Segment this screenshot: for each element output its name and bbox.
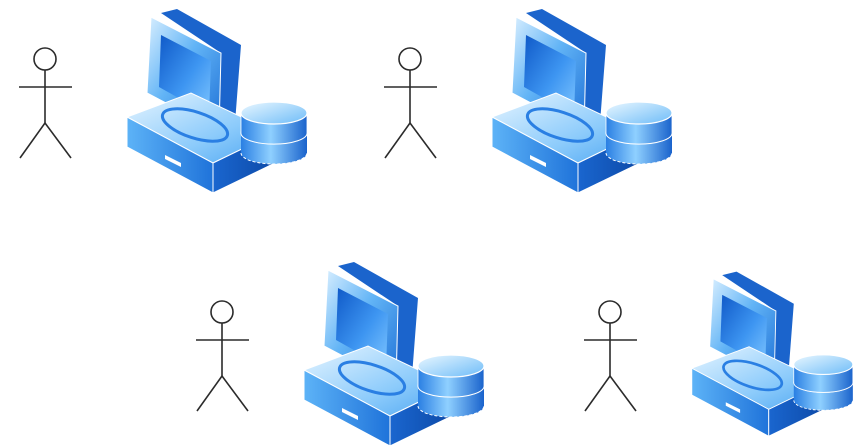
computer-with-database-icon [125, 5, 315, 195]
stick-figure-icon [580, 298, 644, 418]
stick-figure-icon [380, 45, 444, 165]
stick-figure-icon [192, 298, 256, 418]
computer-with-database-icon [690, 258, 860, 448]
client-node-3 [192, 258, 492, 448]
client-node-4 [580, 258, 865, 448]
stick-figure-icon [15, 45, 79, 165]
client-node-1 [15, 5, 315, 195]
diagram-canvas [0, 0, 865, 448]
computer-with-database-icon [490, 5, 680, 195]
computer-with-database-icon [302, 258, 492, 448]
client-node-2 [380, 5, 680, 195]
